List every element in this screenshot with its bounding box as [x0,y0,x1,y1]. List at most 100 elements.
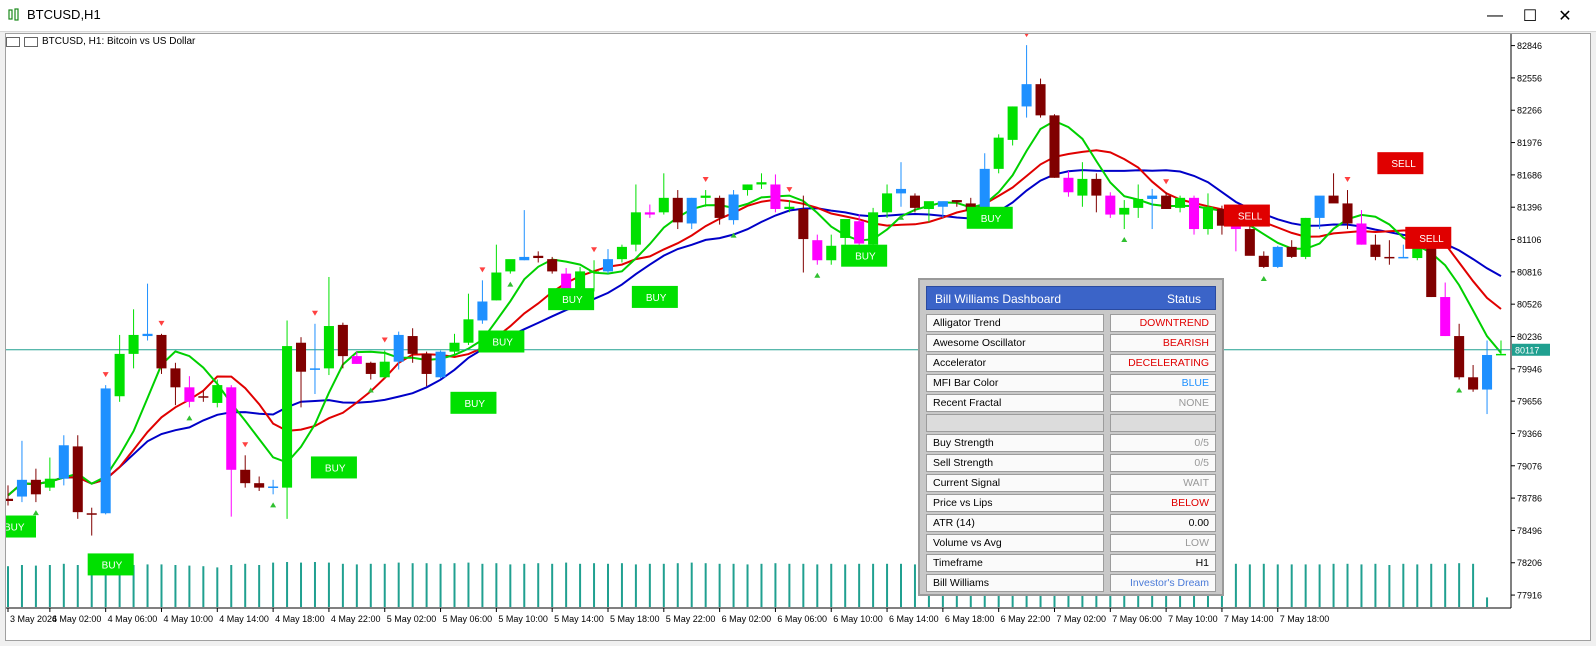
candle-body[interactable] [184,387,195,402]
candle-body[interactable] [505,259,516,272]
candle-body[interactable] [1482,354,1493,390]
candle-body[interactable] [1272,246,1283,267]
candle-body[interactable] [170,368,181,388]
candle-body[interactable] [1454,336,1465,378]
candle-body[interactable] [142,333,153,337]
candle-body[interactable] [407,336,418,354]
candle-body[interactable] [16,479,27,497]
candle-body[interactable] [951,200,962,203]
candle-body[interactable] [477,301,488,321]
candle-body[interactable] [700,195,711,198]
candle-body[interactable] [1300,217,1311,257]
candle-body[interactable] [868,212,879,245]
candle-body[interactable] [1314,195,1325,218]
candle-body[interactable] [1175,197,1186,208]
candle-body[interactable] [658,197,669,213]
candle-body[interactable] [198,396,209,398]
candle-body[interactable] [979,168,990,212]
candle-body[interactable] [463,319,474,343]
candle-body[interactable] [1021,84,1032,107]
candle-body[interactable] [1007,106,1018,140]
candle-body[interactable] [1077,178,1088,196]
candle-body[interactable] [547,259,558,272]
maximize-button[interactable]: ☐ [1513,0,1547,31]
candle-body[interactable] [1063,177,1074,193]
candle-body[interactable] [1342,203,1353,224]
candle-body[interactable] [365,362,376,374]
candle-body[interactable] [686,197,697,224]
candle-body[interactable] [589,271,600,273]
candle-body[interactable] [156,334,167,369]
candle-body[interactable] [337,324,348,357]
candle-body[interactable] [533,255,544,259]
candle-body[interactable] [114,353,125,397]
candle-body[interactable] [602,259,614,272]
candle-body[interactable] [1049,115,1060,178]
candle-body[interactable] [323,326,334,369]
candle-body[interactable] [491,272,502,301]
close-button[interactable]: ✕ [1548,0,1582,31]
candle-body[interactable] [1091,178,1102,196]
candle-body[interactable] [351,356,362,364]
candle-body[interactable] [1133,198,1144,208]
candle-body[interactable] [6,498,14,502]
candle-body[interactable] [770,184,781,209]
candle-body[interactable] [58,445,69,479]
candle-body[interactable] [644,212,655,215]
candle-body[interactable] [798,208,809,240]
candle-body[interactable] [714,197,725,218]
candle-body[interactable] [254,483,265,488]
candle-body[interactable] [1161,195,1172,209]
candle-body[interactable] [1440,297,1451,337]
candle-body[interactable] [882,193,893,213]
candle-body[interactable] [309,368,320,370]
candle-body[interactable] [909,195,920,208]
candle-body[interactable] [812,240,823,261]
candle-body[interactable] [854,221,865,244]
candle-body[interactable] [993,137,1004,169]
candle-body[interactable] [100,388,111,514]
candle-body[interactable] [393,334,404,362]
candle-body[interactable] [1468,377,1479,390]
candle-body[interactable] [728,194,739,221]
candle-body[interactable] [1328,195,1339,204]
candle-body[interactable] [86,513,97,515]
candle-body[interactable] [616,246,627,260]
candle-body[interactable] [826,245,837,261]
one-click-trading-icon[interactable] [6,36,20,47]
candle-body[interactable] [1398,256,1409,259]
candle-body[interactable] [268,486,279,489]
candle-body[interactable] [784,206,795,209]
candle-body[interactable] [295,342,307,372]
candle-body[interactable] [1119,207,1130,215]
candle-body[interactable] [1384,256,1395,259]
candle-body[interactable] [1035,84,1046,116]
candle-body[interactable] [840,219,851,238]
candle-body[interactable] [30,479,41,495]
candle-body[interactable] [282,346,293,488]
chart-canvas[interactable]: 82846 82556 82266 81976 81686 81396 81106 80816… [6,34,1591,641]
candle-body[interactable] [212,385,223,403]
candle-body[interactable] [72,446,83,513]
candle-body[interactable] [379,361,390,378]
candle-body[interactable] [1258,255,1269,267]
candle-body[interactable] [937,201,948,207]
candle-body[interactable] [44,478,55,488]
candle-body[interactable] [519,256,530,261]
depth-of-market-icon[interactable] [24,36,38,47]
price-chart[interactable]: 82846 82556 82266 81976 81686 81396 81106 80816… [5,33,1591,641]
candle-body[interactable] [756,182,767,185]
candle-body[interactable] [1105,195,1116,215]
candle-body[interactable] [1189,197,1200,230]
candle-body[interactable] [1356,223,1367,245]
candle-body[interactable] [630,212,641,245]
candle-body[interactable] [923,201,934,209]
candle-body[interactable] [1147,195,1158,199]
candle-body[interactable] [895,188,907,194]
candle-body[interactable] [1244,229,1255,256]
candle-body[interactable] [449,342,460,352]
candle-body[interactable] [742,184,753,191]
candle-body[interactable] [1202,206,1214,230]
candle-body[interactable] [1370,244,1381,257]
candle-body[interactable] [421,353,432,374]
